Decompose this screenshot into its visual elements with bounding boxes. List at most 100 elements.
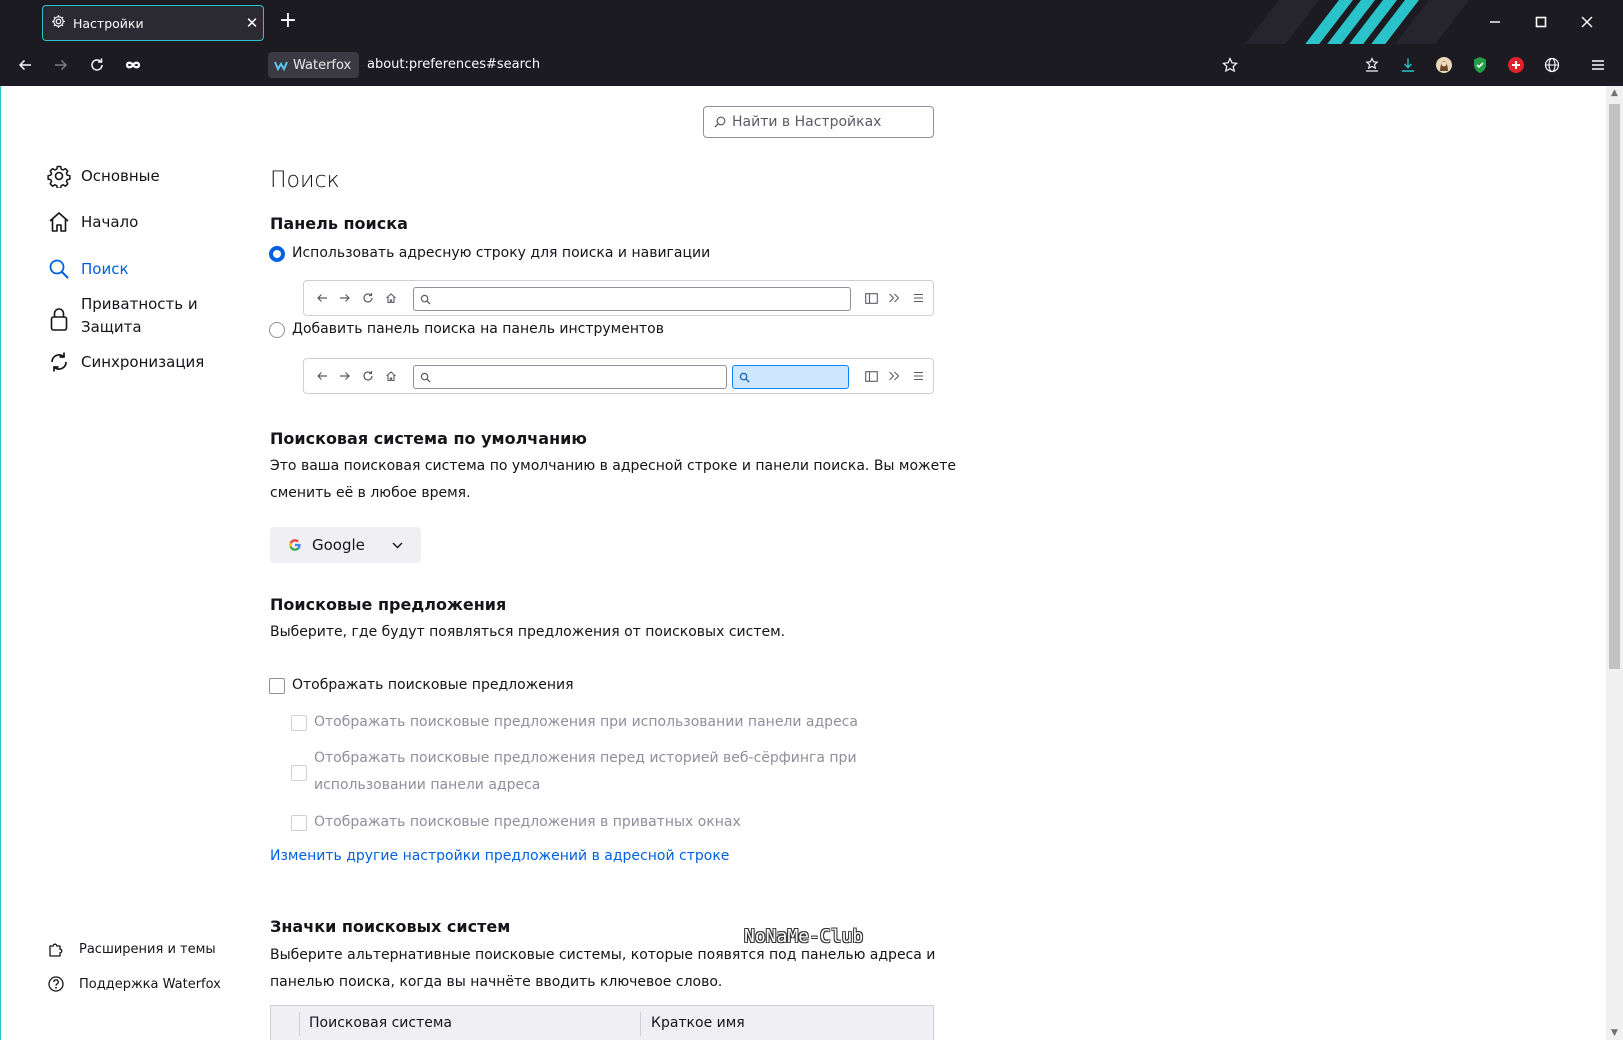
suggestions-before-history-checkbox[interactable] [291, 765, 307, 781]
suggestions-private-checkbox[interactable] [291, 815, 307, 831]
toolbar-search-preview [303, 358, 934, 394]
maximize-icon [1535, 16, 1547, 28]
arrow-left-icon [314, 290, 330, 306]
downloads-button[interactable] [1397, 54, 1419, 76]
private-browsing-button[interactable] [118, 50, 148, 80]
sidebar-icon [863, 290, 879, 306]
new-tab-button[interactable]: + [276, 9, 300, 35]
identity-label: Waterfox [293, 57, 352, 73]
gear-icon [45, 162, 73, 190]
scroll-down-icon[interactable]: ▼ [1606, 1028, 1623, 1038]
red-plus-icon [1508, 57, 1524, 73]
lock-icon [45, 305, 73, 333]
close-icon [1581, 16, 1593, 28]
identity-box[interactable]: Waterfox [268, 52, 360, 78]
sidebar-link-support[interactable]: Поддержка Waterfox [47, 975, 221, 993]
sidebar-item-label: Поиск [81, 260, 129, 278]
profile-extension-icon [1436, 57, 1452, 73]
show-suggestions-label[interactable]: Отображать поисковые предложения [292, 672, 574, 699]
help-icon [47, 975, 69, 993]
waterfox-logo-icon [274, 61, 288, 72]
star-icon [1222, 57, 1238, 73]
scrollbar-thumb[interactable] [1609, 104, 1620, 669]
bookmark-star-button[interactable] [1215, 50, 1245, 80]
suggestions-private-label: Отображать поисковые предложения в прива… [314, 814, 741, 830]
radio-address-bar[interactable] [269, 246, 285, 262]
column-separator [640, 1012, 641, 1036]
suggestions-address-bar-checkbox[interactable] [291, 715, 307, 731]
default-engine-select[interactable]: Google [270, 527, 421, 563]
close-window-button[interactable] [1567, 8, 1607, 36]
scroll-up-icon[interactable]: ▲ [1606, 88, 1623, 98]
default-engine-value: Google [312, 536, 365, 554]
reload-icon [91, 58, 103, 71]
page-title: Поиск [270, 168, 340, 193]
radio-toolbar-search-label[interactable]: Добавить панель поиска на панель инструм… [292, 316, 664, 343]
radio-toolbar-search[interactable] [269, 322, 285, 338]
sidebar-item-label: Синхронизация [81, 353, 205, 371]
sidebar-item-privacy[interactable]: Приватность и Защита [45, 293, 211, 339]
adblock-extension-button[interactable] [1469, 54, 1491, 76]
home-icon [45, 208, 73, 236]
sidebar-link-label: Поддержка Waterfox [79, 976, 221, 992]
download-icon [1402, 58, 1414, 72]
close-tab-icon[interactable]: ✕ [241, 14, 263, 32]
default-engine-description-2: сменить её в любое время. [270, 485, 471, 501]
search-icon [420, 294, 431, 305]
change-suggestion-settings-link[interactable]: Изменить другие настройки предложений в … [270, 848, 729, 864]
sidebar-link-addons[interactable]: Расширения и темы [47, 940, 216, 958]
hamburger-icon [910, 290, 926, 306]
back-button[interactable] [10, 50, 40, 80]
translate-extension-button[interactable] [1541, 54, 1563, 76]
bookmarks-menu-button[interactable] [1361, 54, 1383, 76]
hamburger-icon [910, 368, 926, 384]
reload-icon [360, 290, 376, 306]
url-input[interactable]: about:preferences#search [367, 57, 540, 72]
sidebar-item-home[interactable]: Начало [45, 208, 138, 236]
app-menu-button[interactable] [1587, 54, 1609, 76]
title-bar: Настройки ✕ + [0, 0, 1623, 44]
sidebar-item-sync[interactable]: Синхронизация [45, 348, 204, 376]
maximize-button[interactable] [1521, 8, 1561, 36]
search-preferences-input[interactable]: Найти в Настройках [703, 106, 934, 138]
search-icon [714, 116, 726, 128]
star-tray-icon [1365, 57, 1379, 72]
arrow-left-icon [18, 59, 31, 71]
extension-avatar-button[interactable] [1433, 54, 1455, 76]
preferences-page: ▲ ▼ Найти в Настройках Основные Начало П… [0, 86, 1623, 1040]
radio-address-bar-label[interactable]: Использовать адресную строку для поиска … [292, 240, 710, 267]
home-icon [383, 290, 399, 306]
hamburger-icon [1592, 60, 1604, 70]
page-scrollbar[interactable]: ▲ ▼ [1606, 86, 1623, 1040]
watermark-text: NoNaMe-Club [744, 926, 864, 947]
tab-settings[interactable]: Настройки ✕ [42, 5, 264, 41]
red-extension-button[interactable] [1505, 54, 1527, 76]
search-icon [420, 372, 431, 383]
reload-button[interactable] [82, 50, 112, 80]
default-engine-description-1: Это ваша поисковая система по умолчанию … [270, 458, 957, 474]
overflow-icon [886, 368, 902, 384]
search-icon [45, 255, 73, 283]
search-icon [739, 372, 750, 383]
search-preferences-placeholder: Найти в Настройках [732, 114, 882, 130]
column-separator [299, 1012, 300, 1036]
minimize-button[interactable] [1475, 8, 1515, 36]
suggestions-before-history-label-1: Отображать поисковые предложения перед и… [314, 750, 857, 766]
search-bar-heading: Панель поиска [270, 214, 408, 233]
sidebar-item-search[interactable]: Поиск [45, 255, 129, 283]
sidebar-link-label: Расширения и темы [79, 941, 216, 957]
column-header-engine[interactable]: Поисковая система [309, 1015, 452, 1031]
suggestions-heading: Поисковые предложения [270, 595, 507, 614]
show-suggestions-checkbox[interactable] [269, 678, 285, 694]
sidebar-item-general[interactable]: Основные [45, 162, 160, 190]
google-logo-icon [289, 539, 301, 551]
toolbar-preview-search-field [732, 365, 849, 389]
navigation-toolbar: Waterfox about:preferences#search [0, 44, 1623, 86]
forward-button[interactable] [46, 50, 76, 80]
address-bar-preview [303, 280, 934, 316]
sync-icon [45, 348, 73, 376]
chevron-down-icon [392, 542, 403, 549]
gear-icon [51, 14, 66, 33]
column-header-keyword[interactable]: Краткое имя [651, 1015, 745, 1031]
suggestions-address-bar-label: Отображать поисковые предложения при исп… [314, 714, 858, 730]
